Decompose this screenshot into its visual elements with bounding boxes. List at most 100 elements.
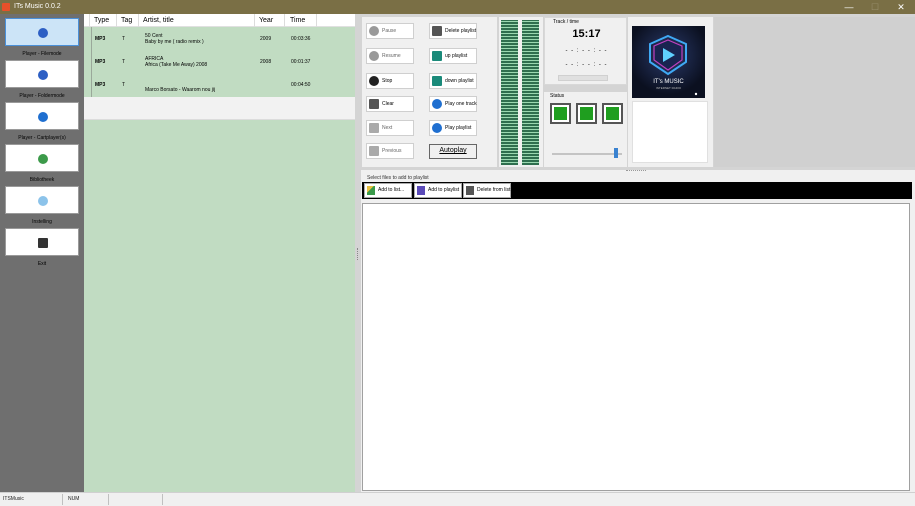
playback-buttons-panel: Pause Resume Stop Clear Next Previous De… <box>362 17 497 167</box>
clear-button[interactable]: Clear <box>366 96 414 112</box>
track-time-caption: Track / time <box>553 19 579 25</box>
close-button[interactable]: ✕ <box>886 0 915 14</box>
column-header-artist-title[interactable]: Artist, title <box>143 16 174 25</box>
album-art-subcaption: INTERNET RADIO <box>655 86 682 90</box>
status-led-2 <box>576 103 597 124</box>
status-led-1 <box>550 103 571 124</box>
cell-time: 00:01:37 <box>291 59 311 65</box>
cell-title: Baby by me ( radio remix ) <box>145 39 204 45</box>
status-num-lock: NUM <box>68 496 80 502</box>
nav-bibliotheek[interactable] <box>5 144 79 172</box>
column-header-year[interactable]: Year <box>259 16 273 25</box>
empty-row <box>84 97 355 120</box>
splitter-grip-icon[interactable] <box>357 248 359 260</box>
vu-meter-left <box>501 20 518 165</box>
table-row[interactable]: MP3 T 50 Cent Baby by me ( radio remix )… <box>84 27 355 50</box>
play-circle-icon <box>38 112 48 122</box>
play-playlist-button[interactable]: Play playlist <box>429 120 477 136</box>
cell-tag: T <box>122 82 126 88</box>
play-one-track-button[interactable]: Play one track <box>429 96 477 112</box>
exit-icon <box>38 238 48 248</box>
track-list-empty-area <box>84 120 355 492</box>
music-disc-icon <box>38 28 48 38</box>
album-art-panel: IT's MUSIC INTERNET RADIO <box>628 17 713 167</box>
nav-label: Instelling <box>32 219 52 225</box>
track-rows: MP3 T 50 Cent Baby by me ( radio remix )… <box>84 27 355 97</box>
trash-icon <box>432 26 442 36</box>
nav-player-cartplayer[interactable] <box>5 102 79 130</box>
resume-button[interactable]: Resume <box>366 48 414 64</box>
nav-label: Player - Filemode <box>22 51 62 57</box>
control-pane: Pause Resume Stop Clear Next Previous De… <box>361 14 915 170</box>
nav-label: Player - Cartplayer(s) <box>18 135 66 141</box>
globe-icon <box>38 154 48 164</box>
track-list-panel: Type Tag Artist, title Year Time MP3 T 5… <box>84 14 355 492</box>
next-icon <box>369 123 379 133</box>
cell-tag: T <box>122 59 126 65</box>
track-progress-bar <box>558 75 608 81</box>
cell-title: Africa (Take Me Away) 2008 <box>145 62 208 68</box>
playlist-icon <box>417 186 425 195</box>
track-time-panel: Track / time 15:17 - - : - - : - - - - :… <box>544 17 627 85</box>
add-to-playlist-button[interactable]: Add to playlist <box>414 183 462 198</box>
cell-title: Marco Borsato - Waarom nou jij <box>145 87 216 93</box>
clock-time: 15:17 <box>572 28 601 40</box>
files-label: Select files to add to playlist <box>367 175 429 181</box>
album-art: IT's MUSIC INTERNET RADIO <box>632 26 705 98</box>
previous-button[interactable]: Previous <box>366 143 414 159</box>
files-toolbar: Add to list... Add to playlist Delete fr… <box>362 182 912 199</box>
down-playlist-button[interactable]: down playlist <box>429 73 477 89</box>
previous-icon <box>369 146 379 156</box>
cell-time: 00:03:36 <box>291 36 311 42</box>
arrow-down-icon <box>432 76 442 86</box>
settings-icon <box>38 196 48 206</box>
album-art-caption: IT's MUSIC <box>653 79 684 85</box>
files-list[interactable] <box>362 203 910 491</box>
column-header-time[interactable]: Time <box>290 16 305 25</box>
vu-meter-panel <box>499 17 543 167</box>
volume-slider[interactable] <box>552 153 622 155</box>
volume-slider-thumb[interactable] <box>614 148 619 158</box>
horizontal-splitter[interactable] <box>626 170 646 172</box>
add-to-list-button[interactable]: Add to list... <box>364 183 412 198</box>
add-files-icon <box>367 186 375 195</box>
pause-button[interactable]: Pause <box>366 23 414 39</box>
up-playlist-button[interactable]: up playlist <box>429 48 477 64</box>
play-icon <box>432 123 442 133</box>
delete-from-list-button[interactable]: Delete from list <box>463 183 511 198</box>
column-header-type[interactable]: Type <box>94 16 109 25</box>
cell-year: 2008 <box>260 59 272 65</box>
track-list-header: Type Tag Artist, title Year Time <box>84 14 355 27</box>
resume-icon <box>369 51 379 61</box>
play-icon <box>432 99 442 109</box>
cell-type: MP3 <box>95 36 106 42</box>
nav-exit[interactable] <box>5 228 79 256</box>
status-bar: ITSMusic NUM <box>0 492 915 506</box>
nav-player-filemode[interactable] <box>5 18 79 46</box>
title-bar: ITs Music 0.0.2 — ☐ ✕ <box>0 0 915 14</box>
nav-instelling[interactable] <box>5 186 79 214</box>
stop-button[interactable]: Stop <box>366 73 414 89</box>
table-row[interactable]: MP3 T AFRICA Africa (Take Me Away) 2008 … <box>84 50 355 73</box>
vu-meter-right <box>522 20 539 165</box>
nav-label: Bibliotheek <box>29 177 55 183</box>
delete-playlist-button[interactable]: Delete playlist <box>429 23 477 39</box>
trash-icon <box>369 99 379 109</box>
column-header-tag[interactable]: Tag <box>121 16 132 25</box>
track-remaining: - - : - - : - - <box>565 62 608 68</box>
autoplay-button[interactable]: Autoplay <box>429 144 477 159</box>
cell-time: 00:04:50 <box>291 82 311 88</box>
track-elapsed: - - : - - : - - <box>565 48 608 54</box>
cell-year: 2009 <box>260 36 272 42</box>
status-caption: Status <box>550 93 565 99</box>
arrow-up-icon <box>432 51 442 61</box>
nav-label: Exit <box>37 261 47 267</box>
app-icon <box>2 3 10 11</box>
next-button[interactable]: Next <box>366 120 414 136</box>
nav-player-foldermode[interactable] <box>5 60 79 88</box>
sidebar: Player - Filemode Player - Foldermode Pl… <box>0 14 84 492</box>
table-row[interactable]: MP3 T Marco Borsato - Waarom nou jij 00:… <box>84 73 355 96</box>
window-title: ITs Music 0.0.2 <box>14 3 61 10</box>
status-panel: Status <box>544 92 627 167</box>
status-app-name: ITSMusic <box>3 496 24 502</box>
